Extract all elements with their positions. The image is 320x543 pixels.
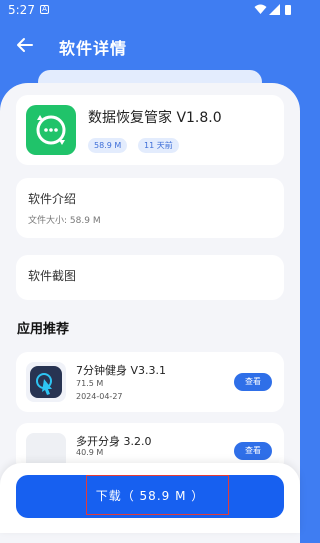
app-info-card: 数据恢复管家 V1.8.0 58.9 M 11 天前 xyxy=(16,95,284,165)
recommend-item-date: 2024-04-27 xyxy=(76,392,123,401)
file-size-row: 文件大小: 58.9 M xyxy=(28,213,101,226)
recommend-item-size: 71.5 M xyxy=(76,379,104,388)
view-button[interactable]: 查看 xyxy=(234,442,272,460)
intro-card: 软件介绍 文件大小: 58.9 M xyxy=(16,178,284,238)
screenshots-title: 软件截图 xyxy=(28,269,77,283)
recommend-title: 应用推荐 xyxy=(17,322,70,337)
updated-badge: 11 天前 xyxy=(138,138,179,153)
notification-icon: A xyxy=(40,5,49,14)
download-panel: 下载（ 58.9 M ） xyxy=(0,463,300,533)
file-size-value: 58.9 M xyxy=(69,216,101,226)
file-size-label: 文件大小: xyxy=(28,216,68,226)
status-time: 5:27 xyxy=(8,3,35,17)
wifi-icon xyxy=(254,4,267,14)
intro-title: 软件介绍 xyxy=(28,192,77,206)
download-button[interactable]: 下载（ 58.9 M ） xyxy=(16,475,284,518)
app-name: 数据恢复管家 V1.8.0 xyxy=(88,110,222,126)
back-arrow-icon[interactable] xyxy=(16,36,34,54)
view-button[interactable]: 查看 xyxy=(234,373,272,391)
recommend-item-name: 多开分身 3.2.0 xyxy=(76,435,152,448)
page-title: 软件详情 xyxy=(59,39,128,58)
app-bar: 软件详情 xyxy=(0,20,300,72)
size-badge: 58.9 M xyxy=(88,138,128,153)
touch-icon xyxy=(26,362,66,402)
chat-bubble-icon xyxy=(26,105,76,155)
signal-icon xyxy=(269,4,280,15)
battery-icon xyxy=(285,5,291,15)
download-label: 下载（ 58.9 M ） xyxy=(95,489,205,503)
screenshots-card: 软件截图 xyxy=(16,255,284,300)
recommend-item-size: 40.9 M xyxy=(76,448,104,457)
recommend-item-name: 7分钟健身 V3.3.1 xyxy=(76,364,167,377)
status-bar: 5:27 A xyxy=(0,0,300,20)
recommend-item[interactable]: 7分钟健身 V3.3.1 71.5 M 2024-04-27 查看 xyxy=(16,352,284,412)
